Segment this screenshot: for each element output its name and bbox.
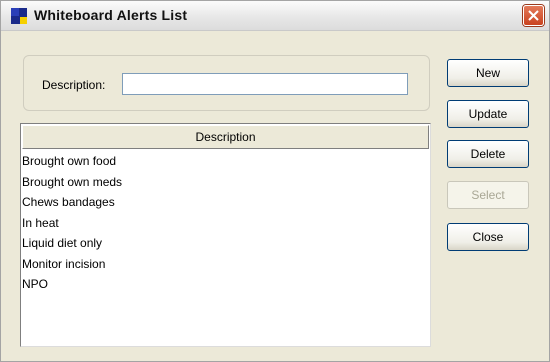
list-item[interactable]: In heat <box>22 213 429 234</box>
list-item[interactable]: Brought own meds <box>22 172 429 193</box>
close-icon <box>528 10 539 21</box>
list-item[interactable]: Brought own food <box>22 151 429 172</box>
description-group: Description: <box>23 55 430 111</box>
title-bar[interactable]: Whiteboard Alerts List <box>1 1 549 31</box>
list-item[interactable]: NPO <box>22 274 429 295</box>
app-icon <box>11 8 27 24</box>
new-button[interactable]: New <box>447 59 529 87</box>
description-label: Description: <box>42 78 106 92</box>
update-button[interactable]: Update <box>447 100 529 128</box>
list-item[interactable]: Monitor incision <box>22 254 429 275</box>
window-title: Whiteboard Alerts List <box>34 7 188 23</box>
list-item[interactable]: Liquid diet only <box>22 233 429 254</box>
list-item[interactable]: Chews bandages <box>22 192 429 213</box>
description-input[interactable] <box>122 73 408 95</box>
alerts-list[interactable]: Description Brought own food Brought own… <box>20 123 431 347</box>
dialog-window: Whiteboard Alerts List Description: Desc… <box>0 0 550 362</box>
list-column-header[interactable]: Description <box>22 125 429 149</box>
close-button[interactable]: Close <box>447 223 529 251</box>
list-body: Brought own food Brought own meds Chews … <box>22 151 429 295</box>
delete-button[interactable]: Delete <box>447 140 529 168</box>
close-window-button[interactable] <box>523 5 544 26</box>
select-button[interactable]: Select <box>447 181 529 209</box>
